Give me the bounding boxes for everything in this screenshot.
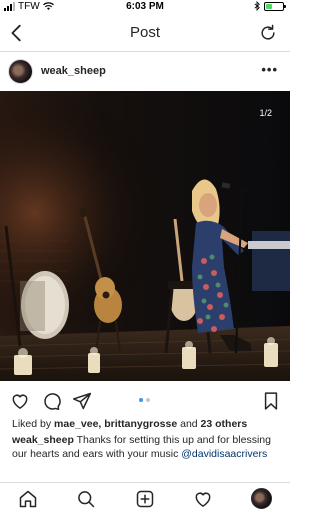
status-time: 6:03 PM (126, 1, 164, 12)
liked-by-user-2[interactable]: brittanygrosse (104, 418, 177, 430)
more-options-button[interactable]: ••• (261, 62, 278, 77)
refresh-icon[interactable] (258, 23, 278, 43)
likes-middle: and (177, 418, 201, 430)
status-bar: TFW 6:03 PM (0, 0, 290, 14)
search-icon[interactable] (76, 489, 96, 509)
activity-heart-icon[interactable] (193, 489, 213, 509)
bookmark-icon[interactable] (261, 391, 281, 411)
page-title: Post (129, 24, 160, 41)
heart-icon[interactable] (10, 391, 30, 411)
carousel-dot-1 (139, 398, 143, 402)
battery-icon (264, 1, 286, 11)
carousel-dot-2 (146, 398, 150, 402)
post-header: weak_sheep ••• (0, 53, 290, 91)
status-right (254, 1, 286, 11)
post-actions (0, 381, 290, 419)
concert-photo (0, 91, 290, 381)
comment-icon[interactable] (41, 391, 61, 411)
carousel-indicator (139, 398, 150, 402)
post-username[interactable]: weak_sheep (41, 65, 106, 77)
profile-tab-avatar[interactable] (251, 488, 272, 509)
avatar[interactable] (8, 59, 33, 84)
likes-summary: Liked by mae_vee, brittanygrosse and 23 … (12, 418, 247, 430)
media-index-label: 1/2 (259, 108, 272, 118)
likes-prefix: Liked by (12, 418, 55, 430)
nav-header: Post (0, 14, 290, 52)
bottom-tab-bar (0, 482, 290, 516)
post-caption: weak_sheep Thanks for setting this up an… (12, 433, 282, 461)
send-icon[interactable] (72, 391, 92, 411)
bluetooth-icon (254, 1, 260, 11)
add-post-icon[interactable] (135, 489, 155, 509)
caption-username[interactable]: weak_sheep (12, 434, 74, 446)
liked-by-user-1[interactable]: mae_vee (54, 418, 98, 430)
post-photo[interactable]: 1/2 (0, 91, 290, 381)
home-icon[interactable] (18, 489, 38, 509)
likes-others-link[interactable]: 23 others (201, 418, 248, 430)
caption-mention[interactable]: @davidisaacrivers (181, 448, 267, 460)
